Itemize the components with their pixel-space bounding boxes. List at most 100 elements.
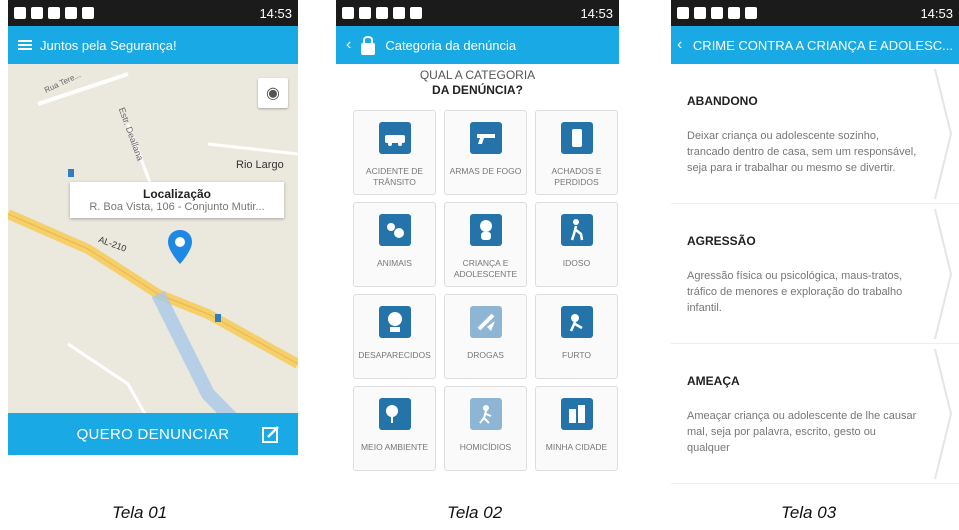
category-lost-found[interactable]: ACHADOS E PERDIDOS: [535, 110, 618, 195]
theft-icon: [560, 305, 593, 338]
notification-icon: [376, 7, 388, 19]
category-environment[interactable]: MEIO AMBIENTE: [353, 386, 436, 471]
category-grid: ACIDENTE DE TRÂNSITO ARMAS DE FOGO ACHAD…: [336, 98, 619, 471]
location-pin-icon[interactable]: [168, 230, 192, 264]
screen-crimes: 14:53 ‹ CRIME CONTRA A CRIANÇA E ADOLESC…: [671, 0, 959, 497]
homicide-icon: [469, 397, 502, 430]
category-question: QUAL A CATEGORIA DA DENÚNCIA?: [336, 64, 619, 98]
status-bar: 14:53: [8, 0, 298, 26]
back-icon[interactable]: ‹: [677, 36, 682, 54]
notification-icon: [677, 7, 689, 19]
gun-icon: [469, 121, 502, 154]
app-bar: ‹ Categoria da denúncia: [336, 26, 619, 64]
child-icon: [686, 33, 689, 57]
chevron-right-icon: [934, 68, 953, 200]
app-bar: Juntos pela Segurança!: [8, 26, 298, 64]
notification-icon: [694, 7, 706, 19]
my-location-button[interactable]: ◉: [258, 78, 288, 108]
category-label: CRIANÇA E ADOLESCENTE: [453, 257, 518, 279]
category-missing[interactable]: DESAPARECIDOS: [353, 294, 436, 379]
elderly-icon: [560, 213, 593, 246]
environment-icon: [378, 397, 411, 430]
category-animals[interactable]: ANIMAIS: [353, 202, 436, 287]
map-roads: [8, 64, 298, 455]
edit-icon: [262, 426, 279, 443]
status-bar: 14:53: [336, 0, 619, 26]
crime-description: Deixar criança ou adolescente sozinho, t…: [687, 130, 917, 174]
app-title: CRIME CONTRA A CRIANÇA E ADOLESC...: [692, 37, 953, 53]
question-line-2: DA DENÚNCIA?: [432, 83, 523, 97]
category-label: HOMICÍDIOS: [459, 441, 512, 452]
whatsapp-icon: [745, 7, 757, 19]
screen-map: 14:53 Juntos pela Segurança! ◉ Rio Largo…: [8, 0, 298, 497]
map-place-label: Rio Largo: [236, 159, 284, 171]
lock-icon: [361, 36, 376, 55]
chevron-right-icon: [934, 208, 953, 340]
screen-categories: 14:53 ‹ Categoria da denúncia QUAL A CAT…: [336, 0, 619, 497]
report-button-label: QUERO DENUNCIAR: [76, 425, 230, 443]
notification-icon: [359, 7, 371, 19]
category-child[interactable]: CRIANÇA E ADOLESCENTE: [444, 202, 527, 287]
caption-tela03: Tela 03: [781, 503, 837, 522]
category-accident[interactable]: ACIDENTE DE TRÂNSITO: [353, 110, 436, 195]
crime-description: Agressão física ou psicológica, maus-tra…: [687, 270, 903, 314]
status-bar: 14:53: [671, 0, 959, 26]
notification-icon: [728, 7, 740, 19]
menu-icon[interactable]: [18, 40, 32, 50]
drugs-icon: [469, 305, 502, 338]
category-label: ACHADOS E PERDIDOS: [551, 165, 602, 187]
clock: 14:53: [920, 5, 953, 21]
category-label: MEIO AMBIENTE: [360, 441, 429, 452]
category-label: ACIDENTE DE TRÂNSITO: [365, 165, 424, 187]
category-label: IDOSO: [562, 257, 591, 268]
map-view[interactable]: ◉ Rio Largo AL-210 Estr. Deallana Rua Te…: [8, 64, 298, 455]
info-address: R. Boa Vista, 106 - Conjunto Mutir...: [89, 201, 265, 213]
category-my-city[interactable]: MINHA CIDADE: [535, 386, 618, 471]
city-icon: [560, 397, 593, 430]
category-label: DESAPARECIDOS: [358, 349, 431, 360]
crime-item[interactable]: AGRESSÃO Agressão física ou psicológica,…: [671, 204, 959, 344]
location-info-window[interactable]: Localização R. Boa Vista, 106 - Conjunto…: [70, 182, 284, 218]
app-title: Juntos pela Segurança!: [40, 37, 177, 53]
category-homicide[interactable]: HOMICÍDIOS: [444, 386, 527, 471]
category-label: FURTO: [562, 349, 591, 360]
crime-item[interactable]: ABANDONO Deixar criança ou adolescente s…: [671, 64, 959, 204]
crime-list: ABANDONO Deixar criança ou adolescente s…: [671, 64, 959, 484]
crime-item[interactable]: AMEAÇA Ameaçar criança ou adolescente de…: [671, 344, 959, 484]
chevron-right-icon: [934, 348, 953, 480]
category-label: ARMAS DE FOGO: [449, 165, 522, 176]
category-label: DROGAS: [467, 349, 504, 360]
notification-icon: [65, 7, 77, 19]
back-icon[interactable]: ‹: [346, 36, 351, 54]
notification-icon: [48, 7, 60, 19]
category-theft[interactable]: FURTO: [535, 294, 618, 379]
category-elderly[interactable]: IDOSO: [535, 202, 618, 287]
phone-found-icon: [560, 121, 593, 154]
notification-icon: [711, 7, 723, 19]
caption-tela02: Tela 02: [447, 503, 503, 522]
animals-icon: [378, 213, 411, 246]
app-title: Categoria da denúncia: [385, 37, 517, 53]
car-icon: [378, 121, 411, 154]
notification-icon: [393, 7, 405, 19]
caption-tela01: Tela 01: [112, 503, 168, 522]
notification-icon: [342, 7, 354, 19]
category-label: ANIMAIS: [377, 257, 412, 268]
info-title: Localização: [142, 187, 212, 201]
crime-title: ABANDONO: [687, 94, 758, 108]
whatsapp-icon: [82, 7, 94, 19]
whatsapp-icon: [410, 7, 422, 19]
crime-title: AMEAÇA: [687, 374, 740, 388]
notification-icon: [31, 7, 43, 19]
missing-icon: [378, 305, 411, 338]
notification-icon: [14, 7, 26, 19]
category-label: MINHA CIDADE: [545, 441, 608, 452]
crime-description: Ameaçar criança ou adolescente de lhe ca…: [687, 410, 917, 454]
category-firearms[interactable]: ARMAS DE FOGO: [444, 110, 527, 195]
clock: 14:53: [259, 5, 292, 21]
app-bar: ‹ CRIME CONTRA A CRIANÇA E ADOLESC...: [671, 26, 959, 64]
crosshair-icon: ◉: [266, 85, 280, 102]
report-button[interactable]: QUERO DENUNCIAR: [8, 413, 298, 455]
category-drugs[interactable]: DROGAS: [444, 294, 527, 379]
clock: 14:53: [580, 5, 613, 21]
